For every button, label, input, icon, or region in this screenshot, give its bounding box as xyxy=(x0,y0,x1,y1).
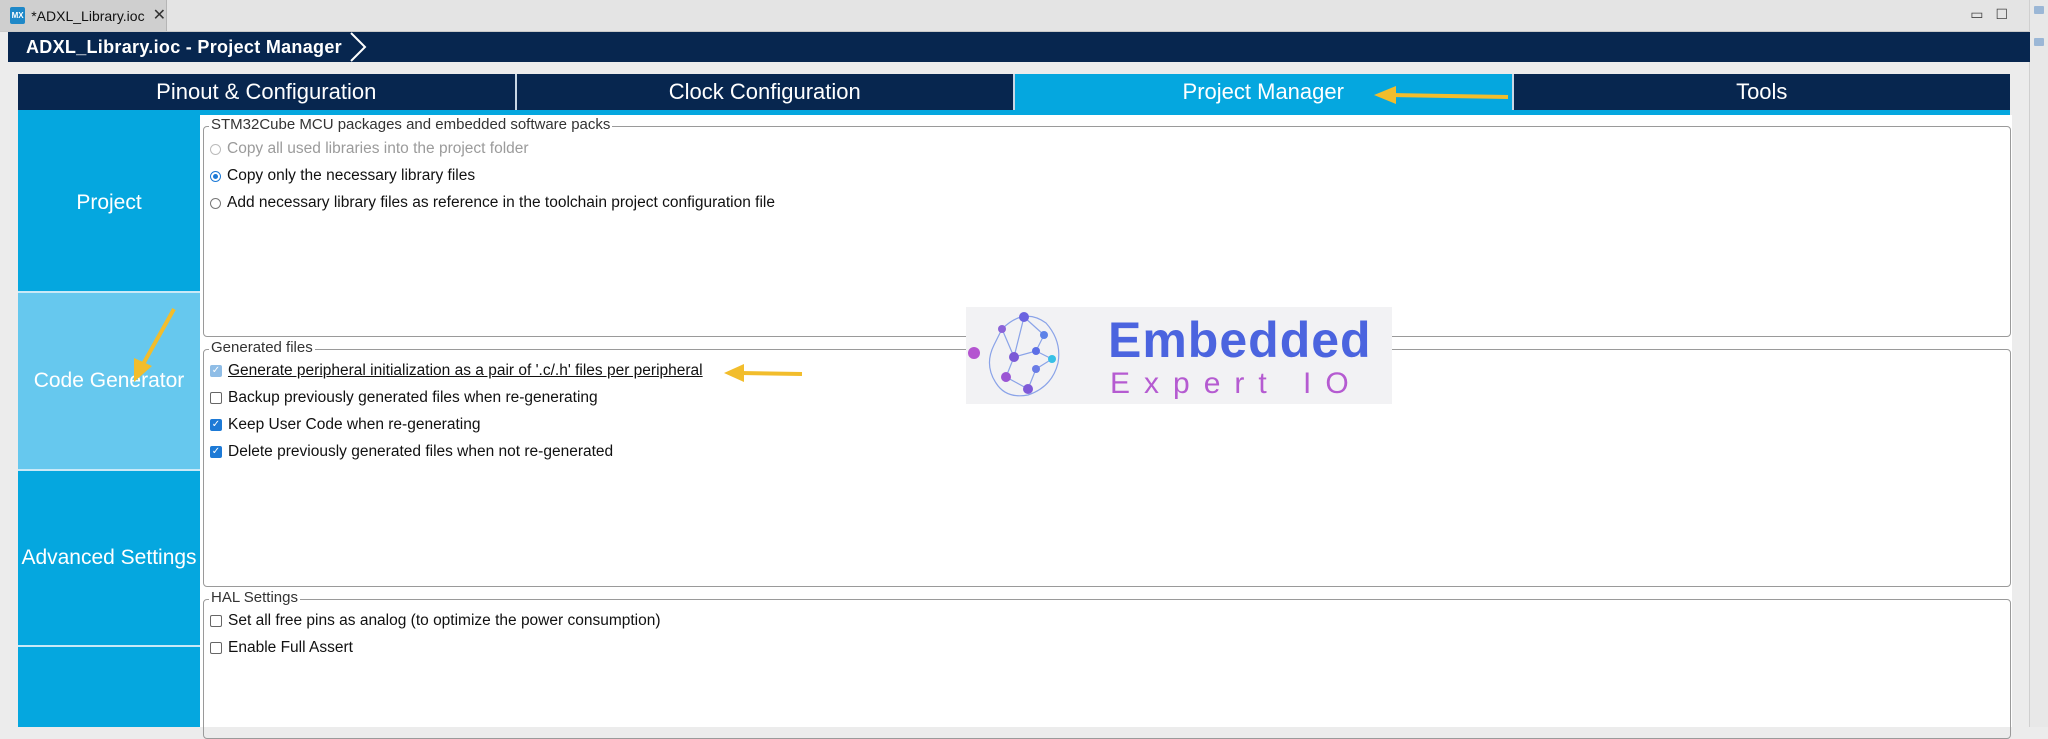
toolbar-handle-icon xyxy=(2034,6,2044,14)
editor-tab-strip: MX *ADXL_Library.ioc ✕ ▭ ☐ xyxy=(0,0,2030,32)
radio-button[interactable] xyxy=(210,170,221,182)
sidebar-item-project[interactable]: Project xyxy=(18,115,200,293)
tab-clock-configuration[interactable]: Clock Configuration xyxy=(517,74,1015,110)
sidebar-item-extra[interactable] xyxy=(18,647,200,727)
hal-settings-group: HAL Settings Set all free pins as analog… xyxy=(203,589,2011,739)
watermark-subtitle: Expert IO xyxy=(1110,367,1363,400)
editor-tab-label: *ADXL_Library.ioc xyxy=(31,7,145,24)
watermark-title: Embedded xyxy=(1108,312,1372,368)
checkbox-delete-old-files[interactable]: ✓ Delete previously generated files when… xyxy=(210,443,613,461)
hal-settings-group-title: HAL Settings xyxy=(209,589,300,606)
checkbox-keep-user-code[interactable]: ✓ Keep User Code when re-generating xyxy=(210,416,480,434)
maximize-icon[interactable]: ☐ xyxy=(1995,6,2008,23)
checkbox[interactable]: ✓ xyxy=(210,419,222,431)
breadcrumb: ADXL_Library.ioc - Project Manager xyxy=(8,32,2030,62)
radio-label: Add necessary library files as reference… xyxy=(227,194,775,211)
close-icon[interactable]: ✕ xyxy=(153,7,166,24)
radio-copy-necessary-files[interactable]: Copy only the necessary library files xyxy=(210,167,475,185)
checkbox[interactable] xyxy=(210,642,222,654)
embedded-expert-io-watermark: Embedded Expert IO xyxy=(966,307,1392,404)
radio-copy-all-libraries[interactable]: Copy all used libraries into the project… xyxy=(210,140,529,158)
checkbox[interactable] xyxy=(210,615,222,627)
tab-tools[interactable]: Tools xyxy=(1514,74,2011,110)
annotation-arrow-icon xyxy=(134,308,176,382)
checkbox-label: Set all free pins as analog (to optimize… xyxy=(228,612,661,629)
main-tabs: Pinout & Configuration Clock Configurati… xyxy=(18,74,2010,110)
checkbox-generate-peripheral-files[interactable]: ✓ Generate peripheral initialization as … xyxy=(210,362,703,380)
stm32cubemx-file-icon: MX xyxy=(10,7,26,24)
packages-group: STM32Cube MCU packages and embedded soft… xyxy=(203,116,2011,337)
checkbox-free-pins-analog[interactable]: Set all free pins as analog (to optimize… xyxy=(210,612,661,630)
checkbox-backup-generated-files[interactable]: Backup previously generated files when r… xyxy=(210,389,598,407)
packages-group-title: STM32Cube MCU packages and embedded soft… xyxy=(209,116,613,133)
editor-tab-adxl-library[interactable]: MX *ADXL_Library.ioc ✕ xyxy=(0,0,167,31)
right-trim-bar xyxy=(2029,0,2048,727)
checkbox[interactable]: ✓ xyxy=(210,365,222,377)
checkbox-label: Backup previously generated files when r… xyxy=(228,389,598,406)
radio-add-as-reference[interactable]: Add necessary library files as reference… xyxy=(210,194,775,212)
annotation-arrow-icon xyxy=(724,364,803,382)
radio-label: Copy all used libraries into the project… xyxy=(227,140,529,157)
minimize-icon[interactable]: ▭ xyxy=(1970,6,1983,23)
checkbox-label: Enable Full Assert xyxy=(228,639,353,656)
generated-files-group-title: Generated files xyxy=(209,339,315,356)
radio-button[interactable] xyxy=(210,143,221,155)
checkbox-label: Delete previously generated files when n… xyxy=(228,443,614,460)
checkbox-enable-full-assert[interactable]: Enable Full Assert xyxy=(210,639,353,657)
code-generator-panel: STM32Cube MCU packages and embedded soft… xyxy=(200,115,2012,739)
checkbox[interactable]: ✓ xyxy=(210,446,222,458)
tab-pinout-configuration[interactable]: Pinout & Configuration xyxy=(18,74,517,110)
window-controls: ▭ ☐ xyxy=(1970,6,2008,23)
breadcrumb-chevron-icon xyxy=(350,32,367,62)
sidebar: Project Code Generator Advanced Settings xyxy=(18,115,200,727)
checkbox[interactable] xyxy=(210,392,222,404)
checkbox-label: Keep User Code when re-generating xyxy=(228,416,481,433)
breadcrumb-title[interactable]: ADXL_Library.ioc - Project Manager xyxy=(26,37,342,58)
brain-network-icon xyxy=(968,312,1060,397)
sidebar-item-advanced-settings[interactable]: Advanced Settings xyxy=(18,471,200,647)
outline-view-icon[interactable] xyxy=(2034,38,2044,46)
radio-button[interactable] xyxy=(210,197,221,209)
radio-label: Copy only the necessary library files xyxy=(227,167,476,184)
checkbox-label: Generate peripheral initialization as a … xyxy=(228,362,703,379)
annotation-arrow-icon xyxy=(1374,86,1509,104)
